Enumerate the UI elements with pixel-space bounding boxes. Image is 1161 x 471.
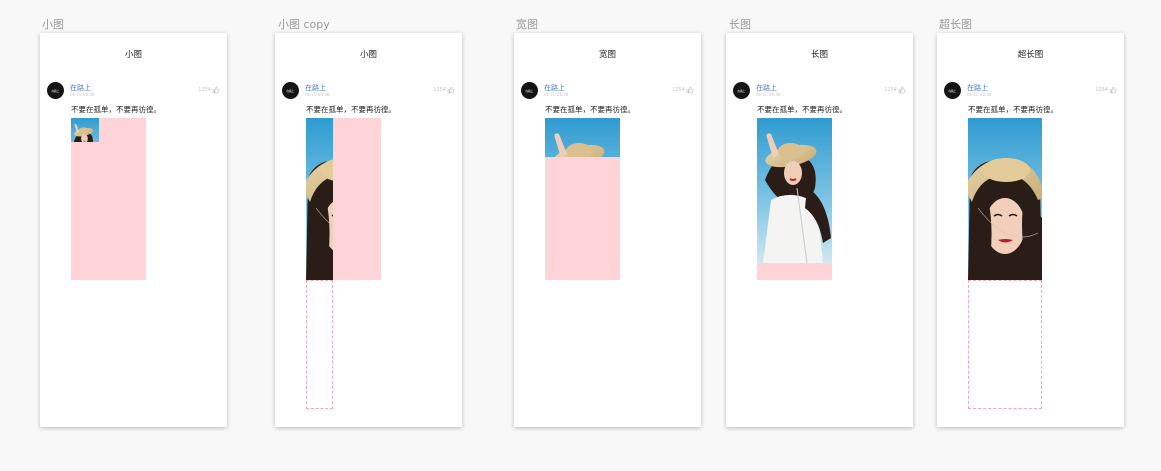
avatar[interactable]: 在路上 [47, 82, 64, 99]
artboard-small-copy: 小图 在路上 在路上 06-10 08:48 1254 不要在孤单，不要再彷徨。 [275, 33, 462, 427]
artboard-label-long: 长图 [729, 18, 751, 31]
avatar-text: 在路上 [737, 88, 746, 93]
overflow-outline [306, 280, 333, 409]
avatar-text: 在路上 [51, 88, 60, 93]
artboard-label-extra-long: 超长图 [939, 18, 972, 31]
like-count: 1254 [884, 87, 897, 93]
thumb-up-icon[interactable] [686, 86, 694, 94]
post-image[interactable] [757, 118, 832, 263]
like-count: 1254 [198, 87, 211, 93]
thumb-up-icon[interactable] [1109, 86, 1117, 94]
post-image[interactable] [71, 118, 99, 142]
post-text: 不要在孤单，不要再彷徨。 [306, 105, 396, 114]
avatar-text: 在路上 [948, 88, 957, 93]
artboard-long: 长图 在路上 在路上 06-10 08:48 1254 不要在孤单，不要再彷徨。 [726, 33, 913, 427]
page-title: 宽图 [598, 50, 616, 60]
post-time: 06-10 08:48 [756, 92, 781, 97]
artboard-small: 小图 在路上 在路上 06-10 08:48 1254 不要在孤单，不要再彷徨。 [40, 33, 227, 427]
post-text: 不要在孤单，不要再彷徨。 [757, 105, 847, 114]
thumb-up-icon[interactable] [898, 86, 906, 94]
post-text: 不要在孤单，不要再彷徨。 [545, 105, 635, 114]
avatar[interactable]: 在路上 [944, 82, 961, 99]
page-title: 小图 [359, 50, 377, 60]
artboard-wide: 宽图 在路上 在路上 06-10 08:48 1254 不要在孤单，不要再彷徨。 [514, 33, 701, 427]
thumb-up-icon[interactable] [212, 86, 220, 94]
post-text: 不要在孤单，不要再彷徨。 [71, 105, 161, 114]
post-time: 06-10 08:48 [967, 92, 992, 97]
avatar-text: 在路上 [286, 88, 295, 93]
avatar[interactable]: 在路上 [282, 82, 299, 99]
artboard-label-wide: 宽图 [516, 18, 538, 31]
avatar[interactable]: 在路上 [733, 82, 750, 99]
post-image[interactable] [306, 118, 333, 280]
like-count: 1254 [1095, 87, 1108, 93]
post-time: 06-10 08:48 [70, 92, 95, 97]
post-time: 06-10 08:48 [544, 92, 569, 97]
like-count: 1254 [433, 87, 446, 93]
post-image[interactable] [545, 118, 620, 157]
artboard-label-small-copy: 小图 copy [278, 18, 330, 31]
page-title: 长图 [810, 50, 828, 60]
like-count: 1254 [672, 87, 685, 93]
page-title: 小图 [124, 50, 142, 60]
post-image[interactable] [968, 118, 1042, 280]
thumb-up-icon[interactable] [447, 86, 455, 94]
overflow-outline [968, 280, 1042, 409]
artboard-extra-long: 超长图 在路上 在路上 06-10 08:48 1254 不要在孤单，不要再彷徨… [937, 33, 1124, 427]
artboard-label-small: 小图 [42, 18, 64, 31]
avatar-text: 在路上 [525, 88, 534, 93]
avatar[interactable]: 在路上 [521, 82, 538, 99]
post-time: 06-10 08:48 [305, 92, 330, 97]
image-placeholder [71, 118, 146, 280]
page-title: 超长图 [1017, 50, 1044, 60]
post-text: 不要在孤单，不要再彷徨。 [968, 105, 1058, 114]
